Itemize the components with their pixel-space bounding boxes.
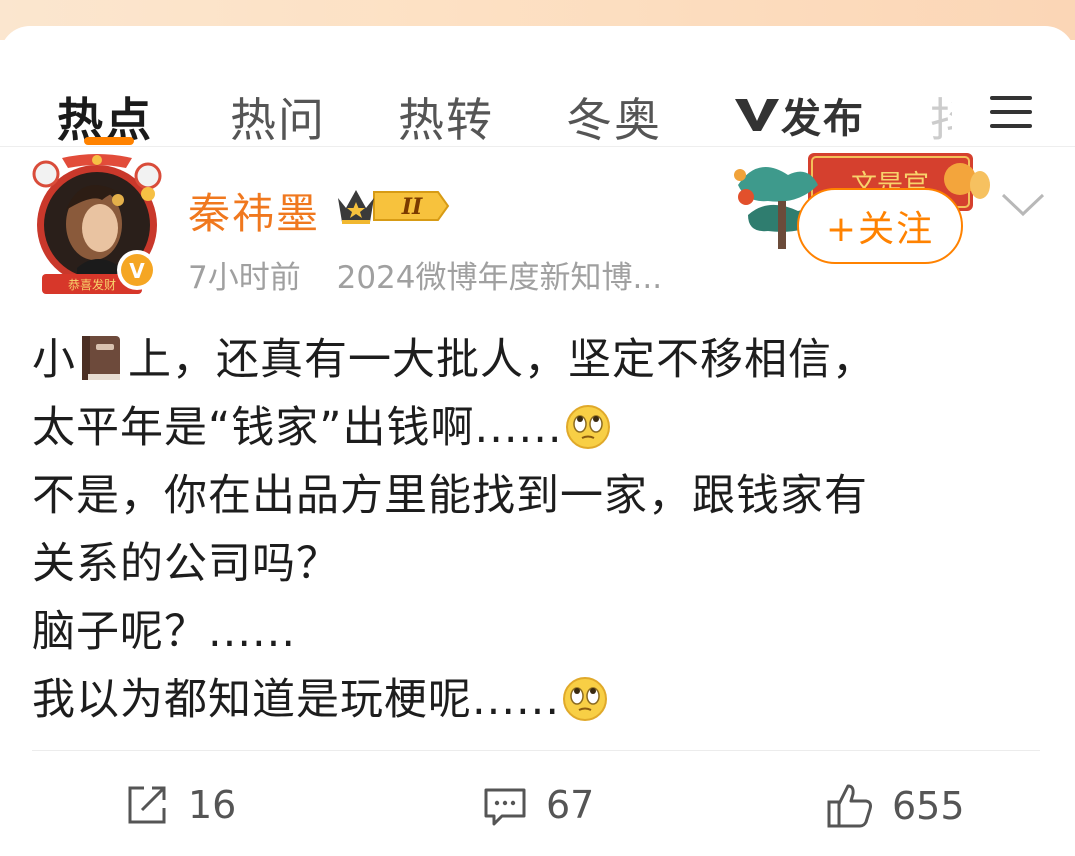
avatar-caption: 恭喜发财 [68,277,116,292]
tab-winter-olympics[interactable]: 冬奥 [566,84,662,150]
repost-button[interactable]: 16 [124,782,236,828]
like-button[interactable]: 655 [826,782,965,830]
post-time: 7小时前 [188,260,301,296]
post-meta: 7小时前 2024微博年度新知博... [188,252,662,297]
tab-partial[interactable]: 抖 [930,84,952,150]
divider [32,750,1040,751]
tab-v-publish-label: 发布 [781,96,865,142]
content-text: 小 [32,335,76,385]
thumbs-up-icon [827,784,872,828]
content-line: 小 上，还真有一大批人，坚定不移相信， [32,326,1042,394]
crown-icon: II [338,190,450,224]
post-content: 小 上，还真有一大批人，坚定不移相信， 太平年是“钱家”出钱啊...... 不是，… [32,326,1042,734]
chevron-down-icon[interactable] [1000,190,1046,224]
tab-hot-reposts[interactable]: 热转 [398,84,494,150]
repost-count: 16 [188,783,237,827]
username[interactable]: 秦祎墨 [188,180,320,241]
comment-icon [484,788,526,826]
content-line: 关系的公司吗？ [32,539,340,589]
avatar[interactable]: 恭喜发财 V [22,150,172,300]
comment-count: 67 [546,783,595,827]
content-line: 不是，你在出品方里能找到一家，跟钱家有 [32,471,868,521]
content-line: 脑子呢？...... [32,607,297,657]
tab-hot-questions[interactable]: 热问 [230,84,326,150]
svg-text:V: V [129,259,145,283]
repost-icon [128,786,166,824]
content-text: 太平年是“钱家”出钱啊...... [32,403,563,453]
content-line: 我以为都知道是玩梗呢...... [32,666,1042,734]
member-badge[interactable]: II [334,184,450,232]
active-tab-indicator [84,137,134,145]
follow-button[interactable]: +关注 [797,188,963,264]
v-logo-icon [735,99,779,131]
rolling-eyes-emoji-icon [560,674,610,744]
tab-v-publish[interactable]: 发布 [733,86,865,144]
post-source[interactable]: 2024微博年度新知博... [337,260,662,296]
like-count: 655 [892,784,965,828]
comment-button[interactable]: 67 [482,782,594,828]
content-text: 我以为都知道是玩梗呢...... [32,675,561,725]
avatar-image: 恭喜发财 V [32,154,162,294]
content-text: 上，还真有一大批人，坚定不移相信， [128,335,876,385]
tab-bar: 热点 热问 热转 冬奥 发布 抖 [0,26,1075,147]
content-line: 太平年是“钱家”出钱啊...... [32,394,1042,462]
menu-icon[interactable] [990,96,1034,130]
badge-level: II [401,194,423,220]
